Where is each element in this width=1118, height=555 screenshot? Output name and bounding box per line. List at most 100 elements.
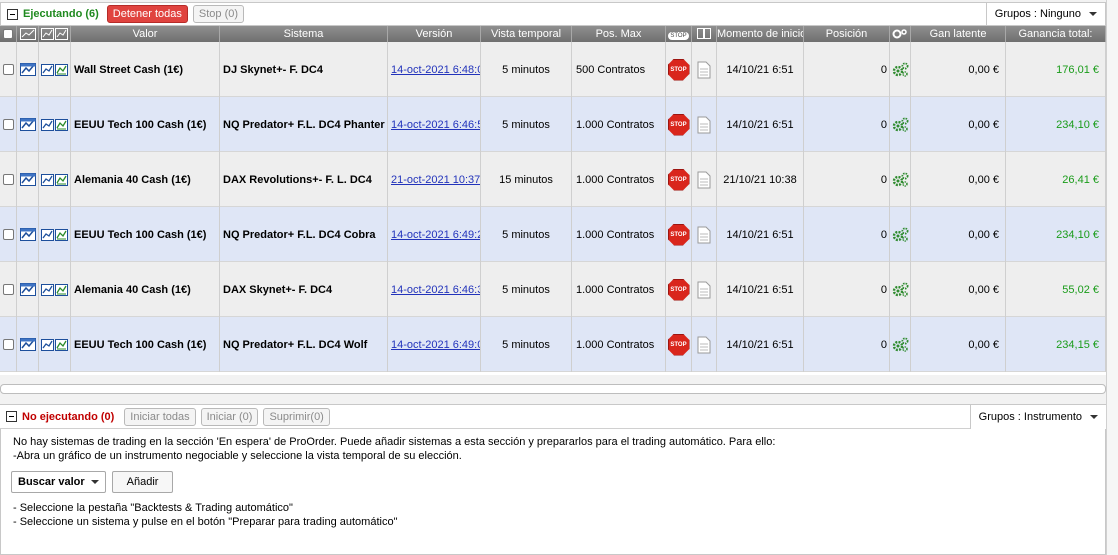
stop-system-button[interactable]: STOP [666,152,692,207]
col-posicion[interactable]: Posición [804,26,890,42]
add-chart-icon[interactable] [17,26,39,42]
groups-instrument-dropdown[interactable]: Grupos : Instrumento [969,405,1106,429]
row-checkbox[interactable] [0,207,17,262]
row-checkbox[interactable] [0,317,17,372]
search-value-dropdown[interactable]: Buscar valor [11,471,106,493]
select-all-checkbox[interactable] [0,26,17,42]
ganancia-total-cell: 55,02 € [1006,262,1106,317]
version-link-text[interactable]: 14-oct-2021 6:46:3 [391,284,480,296]
stop-icon[interactable]: STOP [667,223,690,246]
chevron-down-icon [1089,12,1097,16]
delete-button[interactable]: Suprimir(0) [263,407,330,426]
not-running-section-header: No ejecutando (0) Iniciar todas Iniciar … [0,405,1106,429]
stop-system-button[interactable]: STOP [666,317,692,372]
col-pos-max[interactable]: Pos. Max [572,26,666,42]
col-gan-latente[interactable]: Gan latente [911,26,1006,42]
version-link-text[interactable]: 14-oct-2021 6:49:2 [391,229,480,241]
version-link[interactable]: 14-oct-2021 6:46:3 [388,262,481,317]
document-icon[interactable] [692,317,717,372]
table-row[interactable]: Alemania 40 Cash (1€) DAX Skynet+- F. DC4… [0,262,1106,317]
col-ganancia-total[interactable]: Ganancia total: [1006,26,1106,42]
multi-chart-icon[interactable] [39,42,71,97]
groups-dropdown[interactable]: Grupos : Ninguno [985,3,1105,25]
row-checkbox[interactable] [0,97,17,152]
stop-system-button[interactable]: STOP [666,97,692,152]
gear-cluster-icon[interactable] [890,317,911,372]
posmax-cell: 500 Contratos [572,42,666,97]
row-checkbox[interactable] [0,152,17,207]
multi-chart-header-icon[interactable] [39,26,71,42]
stop-icon[interactable]: STOP [667,333,690,356]
version-link[interactable]: 21-oct-2021 10:37: [388,152,481,207]
table-row[interactable]: EEUU Tech 100 Cash (1€) NQ Predator+ F.L.… [0,207,1106,262]
version-link-text[interactable]: 14-oct-2021 6:49:0 [391,339,480,351]
sistema-cell: NQ Predator+ F.L. DC4 Wolf [220,317,388,372]
gear-cluster-icon[interactable] [890,152,911,207]
chart-icon[interactable] [17,42,39,97]
running-systems-table: Valor Sistema Versión Vista temporal Pos… [0,26,1106,375]
document-icon[interactable] [692,97,717,152]
gear-cluster-icon[interactable] [890,262,911,317]
stop-system-button[interactable]: STOP [666,262,692,317]
multi-chart-icon[interactable] [39,97,71,152]
col-valor[interactable]: Valor [71,26,220,42]
table-row[interactable]: EEUU Tech 100 Cash (1€) NQ Predator+ F.L.… [0,97,1106,152]
table-row[interactable]: Alemania 40 Cash (1€) DAX Revolutions+- F… [0,152,1106,207]
table-row[interactable]: EEUU Tech 100 Cash (1€) NQ Predator+ F.L.… [0,317,1106,372]
stop-icon[interactable]: STOP [667,113,690,136]
chart-icon[interactable] [17,152,39,207]
document-icon[interactable] [692,42,717,97]
stop-system-button[interactable]: STOP [666,42,692,97]
document-icon[interactable] [692,262,717,317]
col-sistema[interactable]: Sistema [220,26,388,42]
start-button[interactable]: Iniciar (0) [200,407,259,426]
stop-button[interactable]: Stop (0) [192,5,245,23]
col-version[interactable]: Versión [388,26,481,42]
add-button[interactable]: Añadir [111,471,174,493]
stop-icon[interactable]: STOP [667,58,690,81]
col-vista-temporal[interactable]: Vista temporal [481,26,572,42]
col-stop-icon[interactable]: STOP [666,26,692,42]
gear-cluster-icon[interactable] [890,42,911,97]
stop-all-button[interactable]: Detener todas [106,5,188,23]
multi-chart-icon[interactable] [39,152,71,207]
col-gear-icon[interactable] [890,26,911,42]
chart-icon[interactable] [17,262,39,317]
momento-cell: 14/10/21 6:51 [717,42,804,97]
stop-system-button[interactable]: STOP [666,207,692,262]
chart-icon[interactable] [17,207,39,262]
collapse-not-running-icon[interactable] [6,411,17,422]
start-all-button[interactable]: Iniciar todas [124,407,196,426]
collapse-running-icon[interactable] [7,8,18,20]
ganancia-total-cell: 26,41 € [1006,152,1106,207]
version-link[interactable]: 14-oct-2021 6:46:5 [388,97,481,152]
gear-cluster-icon[interactable] [890,97,911,152]
vertical-scrollbar[interactable] [1106,0,1118,555]
multi-chart-icon[interactable] [39,207,71,262]
col-momento-inicio[interactable]: Momento de inicio [717,26,804,42]
version-link[interactable]: 14-oct-2021 6:48:0 [388,42,481,97]
chart-icon[interactable] [17,317,39,372]
chart-icon[interactable] [17,97,39,152]
not-running-panel: No ejecutando (0) Iniciar todas Iniciar … [0,404,1106,555]
row-checkbox[interactable] [0,262,17,317]
horizontal-scrollbar[interactable] [0,384,1106,394]
table-row[interactable]: Wall Street Cash (1€) DJ Skynet+- F. DC4 1… [0,42,1106,97]
gan-latente-cell: 0,00 € [911,152,1006,207]
stop-icon[interactable]: STOP [667,278,690,301]
document-icon[interactable] [692,207,717,262]
multi-chart-icon[interactable] [39,317,71,372]
version-link[interactable]: 14-oct-2021 6:49:2 [388,207,481,262]
version-link-text[interactable]: 21-oct-2021 10:37: [391,174,480,186]
multi-chart-icon[interactable] [39,262,71,317]
col-document-icon[interactable] [692,26,717,42]
version-link-text[interactable]: 14-oct-2021 6:48:0 [391,64,480,76]
version-link-text[interactable]: 14-oct-2021 6:46:5 [391,119,480,131]
stop-icon[interactable]: STOP [667,168,690,191]
posicion-cell: 0 [804,207,890,262]
document-icon[interactable] [692,152,717,207]
version-link[interactable]: 14-oct-2021 6:49:0 [388,317,481,372]
not-running-title: No ejecutando (0) [22,410,115,423]
gear-cluster-icon[interactable] [890,207,911,262]
row-checkbox[interactable] [0,42,17,97]
